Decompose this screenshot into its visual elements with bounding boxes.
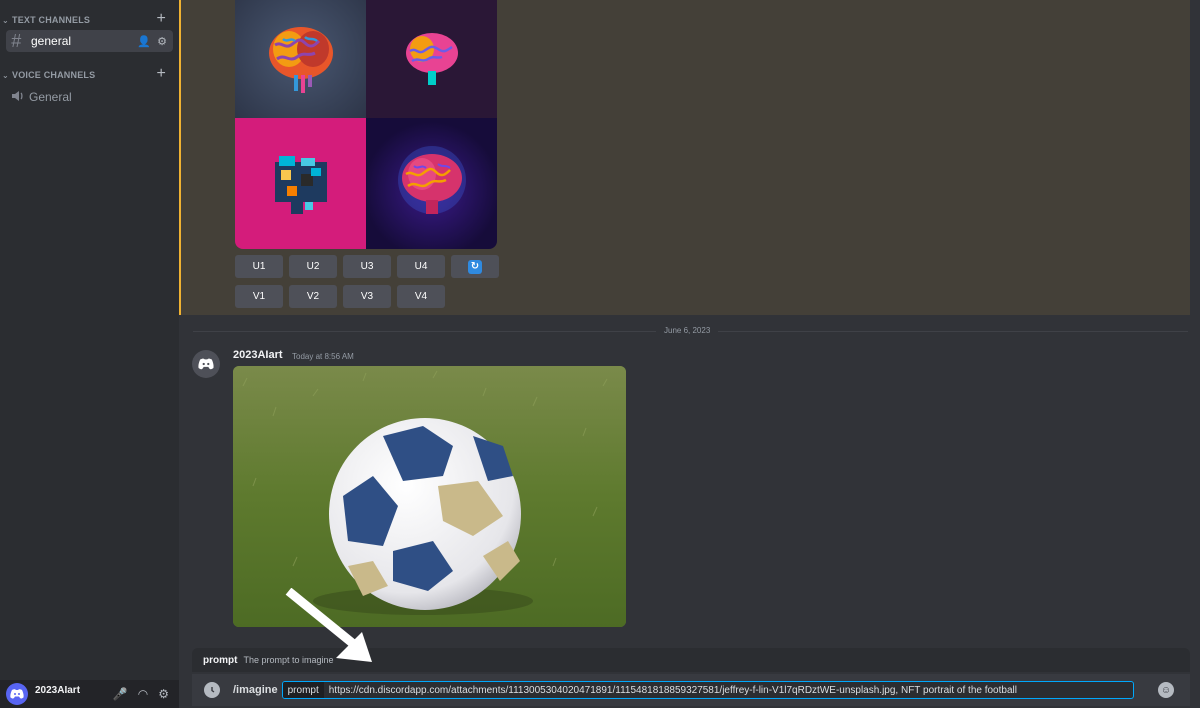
v3-button[interactable]: V3 xyxy=(343,285,391,308)
sidebar-item-voice-general[interactable]: General xyxy=(6,86,173,108)
prompt-field-label: prompt xyxy=(282,682,324,698)
option-name: prompt xyxy=(203,654,238,666)
category-label: TEXT CHANNELS xyxy=(12,15,91,25)
refresh-icon: ↻ xyxy=(468,259,482,274)
message-composer: /imagine prompt https://cdn.discordapp.c… xyxy=(192,674,1190,706)
sidebar-item-general[interactable]: # general 👤 ⚙ xyxy=(6,30,173,52)
voice-channels-category[interactable]: ⌄ VOICE CHANNELS + xyxy=(0,65,179,83)
v4-button[interactable]: V4 xyxy=(397,285,445,308)
v2-button[interactable]: V2 xyxy=(289,285,337,308)
refresh-button[interactable]: ↻ xyxy=(451,255,499,278)
grid-image-1[interactable] xyxy=(235,0,366,118)
prompt-field-value[interactable]: https://cdn.discordapp.com/attachments/1… xyxy=(329,685,1017,696)
channel-name: General xyxy=(29,90,72,104)
channel-sidebar: ⌄ TEXT CHANNELS + # general 👤 ⚙ ⌄ VOICE … xyxy=(0,0,179,708)
v1-button[interactable]: V1 xyxy=(235,285,283,308)
chevron-down-icon: ⌄ xyxy=(2,70,9,80)
command-name: /imagine xyxy=(233,684,278,696)
add-channel-icon[interactable]: + xyxy=(156,10,166,28)
username: 2023AIart xyxy=(35,684,81,696)
category-label: VOICE CHANNELS xyxy=(12,70,96,80)
date-divider: June 6, 2023 xyxy=(656,326,719,335)
prompt-input[interactable]: prompt https://cdn.discordapp.com/attach… xyxy=(281,681,1134,699)
invite-icon[interactable]: 👤 xyxy=(137,35,151,48)
speaker-icon xyxy=(11,90,29,105)
avatar[interactable] xyxy=(192,350,220,378)
highlighted-message: U1 U2 U3 U4 ↻ V1 V2 V3 V4 xyxy=(179,0,1190,315)
u4-button[interactable]: U4 xyxy=(397,255,445,278)
text-channels-category[interactable]: ⌄ TEXT CHANNELS + xyxy=(0,10,179,28)
emoji-icon[interactable]: ☺ xyxy=(1158,682,1174,698)
avatar[interactable] xyxy=(6,683,28,705)
chevron-down-icon: ⌄ xyxy=(2,15,9,25)
grid-image-3[interactable] xyxy=(235,118,366,249)
u3-button[interactable]: U3 xyxy=(343,255,391,278)
chat-area: U1 U2 U3 U4 ↻ V1 V2 V3 V4 June 6, 2023 2… xyxy=(179,0,1200,708)
u2-button[interactable]: U2 xyxy=(289,255,337,278)
gear-icon[interactable]: ⚙ xyxy=(157,35,167,48)
clock-icon[interactable] xyxy=(204,682,220,698)
settings-gear-icon[interactable]: ⚙ xyxy=(158,687,169,701)
image-grid[interactable] xyxy=(235,0,497,249)
add-channel-icon[interactable]: + xyxy=(156,65,166,83)
annotation-arrow-icon xyxy=(285,588,372,662)
upscale-button-row: U1 U2 U3 U4 ↻ xyxy=(235,255,499,278)
headphones-icon[interactable]: ◠ xyxy=(138,687,148,701)
message-timestamp: Today at 8:56 AM xyxy=(292,352,354,361)
grid-image-4[interactable] xyxy=(366,118,497,249)
channel-name: general xyxy=(31,34,72,48)
mute-mic-icon[interactable]: 🎤 xyxy=(113,687,128,701)
variation-button-row: V1 V2 V3 V4 xyxy=(235,285,445,308)
u1-button[interactable]: U1 xyxy=(235,255,283,278)
grid-image-2[interactable] xyxy=(366,0,497,118)
user-panel: 2023AIart 🎤 ◠ ⚙ xyxy=(0,680,179,708)
message-author[interactable]: 2023AIart xyxy=(233,349,283,361)
hash-icon: # xyxy=(11,30,22,51)
